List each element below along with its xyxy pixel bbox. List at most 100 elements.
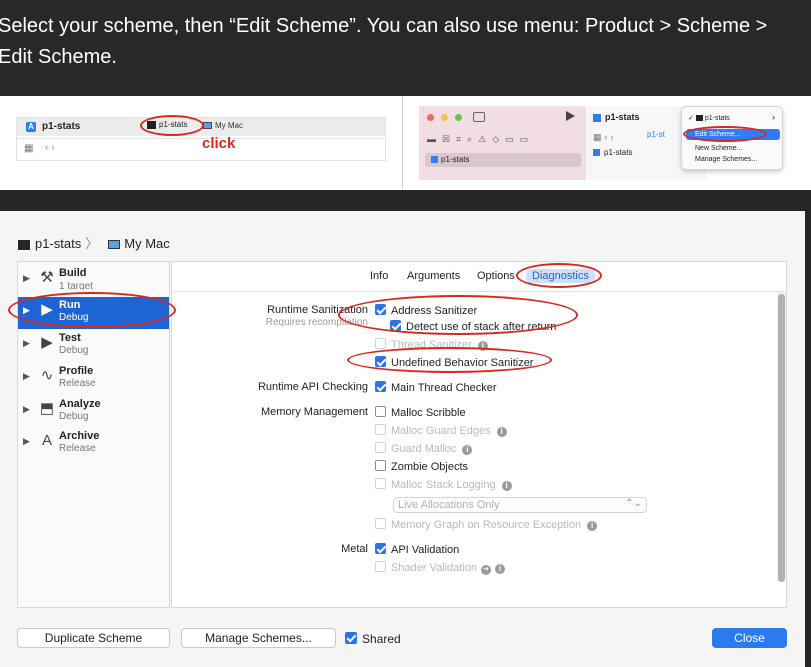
menu-screenshot: ▬☒⌗⌕⚠◇▭▭ p1-stats p1-stats ▦‹› p1-st p1-… <box>419 106 802 180</box>
tab-bar-row: ▦ ‹› <box>17 138 385 158</box>
action-name: Build <box>59 267 87 279</box>
checkbox-icon <box>375 478 386 489</box>
annotation-circle-edit-scheme <box>683 126 767 142</box>
shader-validation-label: Shader Validation <box>391 562 478 574</box>
malloc-guard-edges-label: Malloc Guard Edges <box>391 425 491 437</box>
action-name: Profile <box>59 365 94 377</box>
checkbox-checked-icon <box>375 381 386 392</box>
annotation-circle-scheme <box>140 115 204 136</box>
profile-icon: ∿ <box>40 367 54 384</box>
memory-graph-label: Memory Graph on Resource Exception <box>391 519 582 531</box>
shared-label: Shared <box>362 632 401 646</box>
menu-item-manage-schemes[interactable]: Manage Schemes... <box>695 156 757 163</box>
action-name: Test <box>59 332 81 344</box>
grid-icon: ▦ <box>24 143 34 154</box>
malloc-stack-logging-checkbox[interactable]: Malloc Stack Logging i <box>375 478 512 491</box>
vertical-scrollbar[interactable] <box>777 292 786 582</box>
info-icon[interactable]: i <box>587 521 598 531</box>
checkbox-checked-icon <box>345 632 357 644</box>
instruction-line-2: Edit Scheme. <box>0 46 117 68</box>
checkbox-icon <box>375 460 386 471</box>
grid-nav-icon: ▦‹› <box>593 132 617 142</box>
recompilation-hint: Requires recompilation <box>265 317 368 328</box>
shared-checkbox[interactable]: Shared <box>345 632 401 646</box>
guard-malloc-checkbox[interactable]: Guard Malloc i <box>375 442 473 455</box>
destination-selector[interactable]: My Mac <box>203 121 243 130</box>
api-validation-checkbox[interactable]: API Validation <box>375 543 459 556</box>
duplicate-scheme-button[interactable]: Duplicate Scheme <box>17 628 170 648</box>
action-analyze[interactable]: ▶ ⬒ Analyze Debug <box>18 396 169 428</box>
memory-management-label: Memory Management <box>261 406 368 418</box>
malloc-guard-edges-checkbox[interactable]: Malloc Guard Edges i <box>375 424 507 437</box>
app-project-icon <box>431 156 438 164</box>
sidebar-icon <box>473 112 485 122</box>
run-icon <box>566 111 575 121</box>
analyze-icon: ⬒ <box>39 400 55 417</box>
close-button[interactable]: Close <box>712 628 787 648</box>
action-config: Debug <box>59 345 89 356</box>
annotation-circle-diagnostics <box>516 263 602 288</box>
tree-item-label: p1-stats <box>441 155 470 164</box>
info-icon[interactable]: i <box>496 427 507 437</box>
disclosure-icon: ▶ <box>23 404 30 414</box>
runtime-api-label: Runtime API Checking <box>257 381 368 393</box>
breadcrumb-destination[interactable]: My Mac <box>124 236 170 251</box>
zombie-objects-label: Zombie Objects <box>391 461 469 473</box>
action-profile[interactable]: ▶ ∿ Profile Release <box>18 363 169 395</box>
close-dot-icon <box>427 114 434 121</box>
info-icon[interactable]: i <box>462 445 473 455</box>
submenu-arrow-icon: › <box>772 112 775 122</box>
action-config: Release <box>59 378 96 389</box>
action-archive[interactable]: ▶ A Archive Release <box>18 428 169 460</box>
navigator-pane: ▬☒⌗⌕⚠◇▭▭ p1-stats <box>419 106 586 180</box>
main-thread-checker-checkbox[interactable]: Main Thread Checker <box>375 381 497 394</box>
app-project-icon: A <box>26 122 36 132</box>
destination-label: My Mac <box>215 121 243 130</box>
breadcrumb: p1-stats 〉 My Mac <box>18 233 170 252</box>
action-config: Release <box>59 443 96 454</box>
go-arrow-icon[interactable]: ➜ <box>481 565 492 575</box>
guard-malloc-label: Guard Malloc <box>391 443 457 455</box>
action-test[interactable]: ▶ ▶ Test Debug <box>18 330 169 362</box>
scrollbar-thumb[interactable] <box>778 294 785 582</box>
scheme-menu-current-label: p1-stats <box>704 115 730 122</box>
action-config: 1 target <box>59 281 93 290</box>
stack-logging-select-value: Live Allocations Only <box>398 499 500 511</box>
checkbox-icon <box>375 442 386 453</box>
reference-screenshots: A p1-stats p1-stats My Mac ▦ ‹› click ▬☒… <box>0 96 811 190</box>
info-icon[interactable]: i <box>501 481 512 491</box>
zombie-objects-checkbox[interactable]: Zombie Objects <box>375 460 468 473</box>
malloc-scribble-checkbox[interactable]: Malloc Scribble <box>375 406 466 419</box>
hammer-icon: ⚒ <box>40 269 54 286</box>
stack-logging-select[interactable]: Live Allocations Only ⌃⌄ <box>393 497 647 513</box>
memory-graph-checkbox[interactable]: Memory Graph on Resource Exception i <box>375 518 598 531</box>
editor-project-label: p1-stats <box>605 112 640 122</box>
breadcrumb-separator-icon: 〉 <box>85 236 99 251</box>
project-name: p1-stats <box>42 121 81 132</box>
scheme-editor: p1-stats 〉 My Mac ▶ ⚒ Build 1 target ▶ ▶ R… <box>0 211 805 667</box>
shader-validation-checkbox[interactable]: Shader Validation ➜ i <box>375 561 506 575</box>
editor-tab: p1-st <box>647 130 665 139</box>
checkbox-icon <box>375 338 386 349</box>
app-project-icon <box>593 113 601 122</box>
menu-item-new-scheme[interactable]: New Scheme... <box>695 145 742 152</box>
scheme-menu-current[interactable]: ✓ p1-stats <box>688 114 730 122</box>
breadcrumb-scheme[interactable]: p1-stats <box>35 236 81 251</box>
malloc-stack-logging-label: Malloc Stack Logging <box>391 479 496 491</box>
info-icon[interactable]: i <box>495 564 506 574</box>
editor-project: p1-stats <box>593 112 640 122</box>
main-thread-checker-label: Main Thread Checker <box>391 382 497 394</box>
chevron-updown-icon: ⌃⌄ <box>625 498 642 509</box>
mac-icon <box>203 122 212 130</box>
navigator-tools-icon: ▬☒⌗⌕⚠◇▭▭ <box>427 134 535 144</box>
manage-schemes-button[interactable]: Manage Schemes... <box>181 628 336 648</box>
test-icon: ▶ <box>41 334 53 351</box>
instruction-banner: Select your scheme, then “Edit Scheme”. … <box>0 0 811 96</box>
annotation-circle-run <box>8 292 176 328</box>
checkbox-icon <box>375 518 386 529</box>
disclosure-icon: ▶ <box>23 338 30 348</box>
api-validation-label: API Validation <box>391 544 460 556</box>
archive-icon: A <box>41 432 52 449</box>
metal-label: Metal <box>341 543 368 555</box>
annotation-click-label: click <box>202 135 236 152</box>
